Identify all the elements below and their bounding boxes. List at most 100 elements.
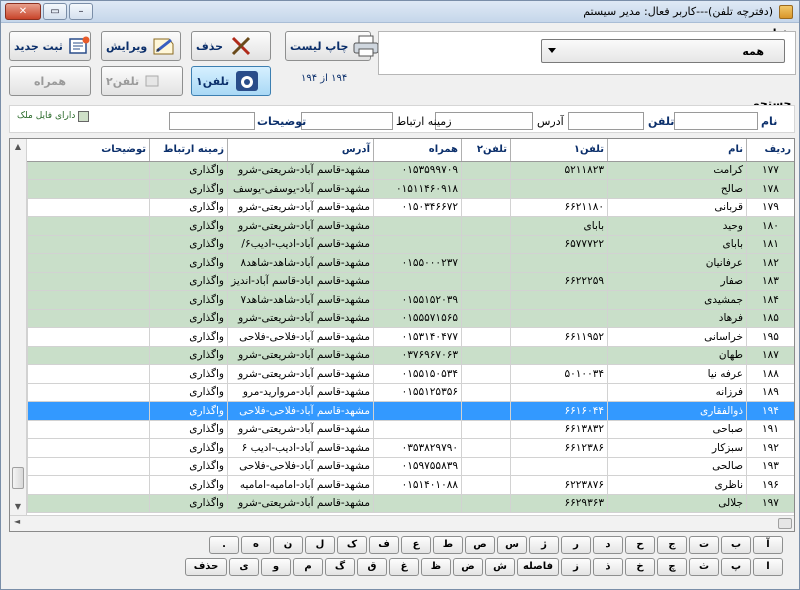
keyboard-key[interactable]: . [209,536,239,554]
maximize-icon[interactable]: ▭ [43,3,67,20]
edit-button[interactable]: ویرایش [101,31,181,61]
keyboard-key[interactable]: ض [453,558,483,576]
delete-button[interactable]: حذف [191,31,271,61]
keyboard-key[interactable]: ا [753,558,783,576]
horizontal-scroll-thumb[interactable] [778,518,792,529]
search-phone-input[interactable] [568,112,644,130]
table-row[interactable]: ۱۸۹ فرزانه ۰۱۵۵۱۲۵۳۵۶ مشهد-قاسم آباد-مرواری… [27,383,794,402]
keyboard-key[interactable]: آ [753,536,783,554]
keyboard-key[interactable]: ق [357,558,387,576]
keyboard-key[interactable]: ل [305,536,335,554]
table-row[interactable]: ۱۹۱ صباحی ۶۶۱۳۸۳۲ مشهد-قاسم آباد-شریعتی-شرو… [27,420,794,439]
table-cell: مشهد-قاسم آباد-شریعتی-شرو [227,198,374,217]
search-context-input[interactable] [301,112,393,130]
table-row[interactable]: ۱۷۹ قربانی ۶۶۲۱۱۸۰ ۰۱۵۰۳۴۶۶۷۲ مشهد-قاسم آباد… [27,198,794,217]
keyboard-key[interactable]: ی [229,558,259,576]
table-row[interactable]: ۱۸۵ فرهاد ۰۱۵۵۵۷۱۵۶۵ مشهد-قاسم آباد-شریعتی-… [27,309,794,328]
column-header[interactable]: تلفن۱ [510,139,608,162]
keyboard-key[interactable]: ص [465,536,495,554]
table-row[interactable]: ۱۹۲ سبزکار ۶۶۱۲۳۸۶ ۰۳۵۳۸۲۹۷۹۰ مشهد-قاسم آباد… [27,438,794,458]
keyboard-key[interactable]: ب [721,536,751,554]
keyboard-key[interactable]: ج [657,536,687,554]
table-row[interactable]: ۱۸۸ عرفه نیا ۵۰۱۰۰۳۴ ۰۱۵۵۱۵۰۵۳۴ مشهد-قاسم آب… [27,364,794,384]
keyboard-key[interactable]: چ [657,558,687,576]
scroll-down-icon[interactable]: ▼ [10,499,26,515]
keyboard-key[interactable]: گ [325,558,355,576]
keyboard-key[interactable]: ح [625,536,655,554]
table-cell: مشهد-قاسم آباد-فلاحی-فلاحی [227,457,374,476]
table-row[interactable]: ۱۸۰ وحید بابای مشهد-قاسم آباد-شریعتی-شرو واگ… [27,216,794,236]
table-row[interactable]: ۱۹۶ ناظری ۶۲۲۳۸۷۶ ۰۱۵۱۴۰۱۰۸۸ مشهد-قاسم آباد-… [27,475,794,495]
phone1-button[interactable]: تلفن۱ [191,66,271,96]
keyboard-key[interactable]: م [293,558,323,576]
keyboard-key[interactable]: غ [389,558,419,576]
keyboard-key[interactable]: فاصله [517,558,559,576]
column-header[interactable]: ردیف [746,139,794,162]
table-row[interactable]: ۱۸۳ صفار ۶۶۲۲۲۵۹ مشهد-قاسم اباد-قاسم آباد-ا… [27,272,794,291]
keyboard-key[interactable]: حذف [185,558,227,576]
keyboard-key[interactable]: ز [561,558,591,576]
search-name-input[interactable] [674,112,758,130]
table-cell: مشهد-قاسم آباد-ادیب-ادیب ۶ [227,438,374,458]
column-header[interactable]: تلفن۲ [461,139,511,162]
keyboard-key[interactable]: د [593,536,623,554]
table-row[interactable]: ۱۹۷ جلالی ۶۶۲۹۳۶۳ مشهد-قاسم آباد-شریعتی-شرو… [27,494,794,513]
table-row[interactable]: ۱۷۸ صالح ۰۱۵۱۱۴۶۰۹۱۸ مشهد-قاسم آباد-یوسفی-ی… [27,179,794,199]
column-header[interactable]: زمینه ارتباط [149,139,228,162]
horizontal-scrollbar[interactable]: ◄ [10,515,794,531]
close-icon[interactable]: ✕ [5,3,41,20]
table-cell: ۱۹۶ [746,475,794,495]
table-row[interactable]: ۱۸۴ جمشیدی ۰۱۵۵۱۵۲۰۳۹ مشهد-قاسم آباد-شاهد-ش… [27,290,794,310]
table-cell: ۶۶۱۶۰۴۴ [510,401,608,421]
column-header[interactable]: نام [607,139,747,162]
keyboard-key[interactable]: ر [561,536,591,554]
keyboard-key[interactable]: ذ [593,558,623,576]
keyboard-key[interactable]: ش [485,558,515,576]
scroll-thumb[interactable] [12,467,24,489]
table-row[interactable]: ۱۸۲ عرفانیان ۰۱۵۵۰۰۰۲۳۷ مشهد-قاسم آباد-شاهد… [27,253,794,273]
mobile-button[interactable]: همراه [9,66,91,96]
keyboard-key[interactable]: ظ [421,558,451,576]
table-cell: واگذاری [149,401,228,421]
column-header[interactable]: آدرس [227,139,374,162]
keyboard-key[interactable]: ط [433,536,463,554]
vertical-scrollbar[interactable]: ▲ ▼ [10,139,27,515]
keyboard-key[interactable]: ف [369,536,399,554]
print-list-label: چاپ لیست [290,39,349,53]
keyboard-key[interactable]: ک [337,536,367,554]
keyboard-key[interactable]: ت [689,536,719,554]
keyboard-key[interactable]: ژ [529,536,559,554]
keyboard-key[interactable]: س [497,536,527,554]
table-cell [461,161,511,180]
keyboard-key[interactable]: ث [689,558,719,576]
filter-dropdown[interactable]: همه [541,39,785,63]
table-row[interactable]: ۱۹۵ خراسانی ۶۶۱۱۹۵۲ ۰۱۵۳۱۴۰۴۷۷ مشهد-قاسم آبا… [27,327,794,347]
table-cell [461,420,511,439]
table-row[interactable]: ۱۸۷ طهان ۰۳۷۶۹۶۷۰۶۳ مشهد-قاسم آباد-شریعتی-ش… [27,346,794,365]
has-property-file-checkbox[interactable] [78,111,89,122]
column-header[interactable]: توضیحات [27,139,150,162]
table-row[interactable]: ۱۷۷ کرامت ۵۲۱۱۸۲۳ ۰۱۵۳۵۹۹۷۰۹ مشهد-قاسم آباد-… [27,161,794,180]
table-row[interactable]: ۱۹۳ صالحی ۰۱۵۹۷۵۵۸۳۹ مشهد-قاسم آباد-فلاحی-ف… [27,457,794,476]
new-record-button[interactable]: ثبت جدید [9,31,91,61]
scroll-up-icon[interactable]: ▲ [10,139,26,155]
keyboard-key[interactable]: ه [241,536,271,554]
column-header[interactable]: همراه [373,139,462,162]
minimize-icon[interactable]: – [69,3,93,20]
keyboard-key[interactable]: و [261,558,291,576]
keyboard-key[interactable]: خ [625,558,655,576]
phone2-button[interactable]: تلفن۲ [101,66,183,96]
scroll-left-icon[interactable]: ◄ [14,517,20,526]
table-row[interactable]: ۱۸۱ بابای ۶۵۷۷۷۲۲ مشهد-قاسم آباد-ادیب-ادیب۶… [27,235,794,254]
table-cell [27,346,150,365]
table-cell: واگذاری [149,290,228,310]
table-row[interactable]: ۱۹۴ ذوالفقاری ۶۶۱۶۰۴۴ مشهد-قاسم آباد-فلاحی-… [27,401,794,421]
print-list-button[interactable]: چاپ لیست [285,31,379,61]
search-notes-input[interactable] [169,112,255,130]
keyboard-key[interactable]: ن [273,536,303,554]
table-cell: واگذاری [149,216,228,236]
table-cell: مشهد-قاسم آباد-شریعتی-شرو [227,346,374,365]
table-cell: واگذاری [149,364,228,384]
keyboard-key[interactable]: ع [401,536,431,554]
keyboard-key[interactable]: پ [721,558,751,576]
